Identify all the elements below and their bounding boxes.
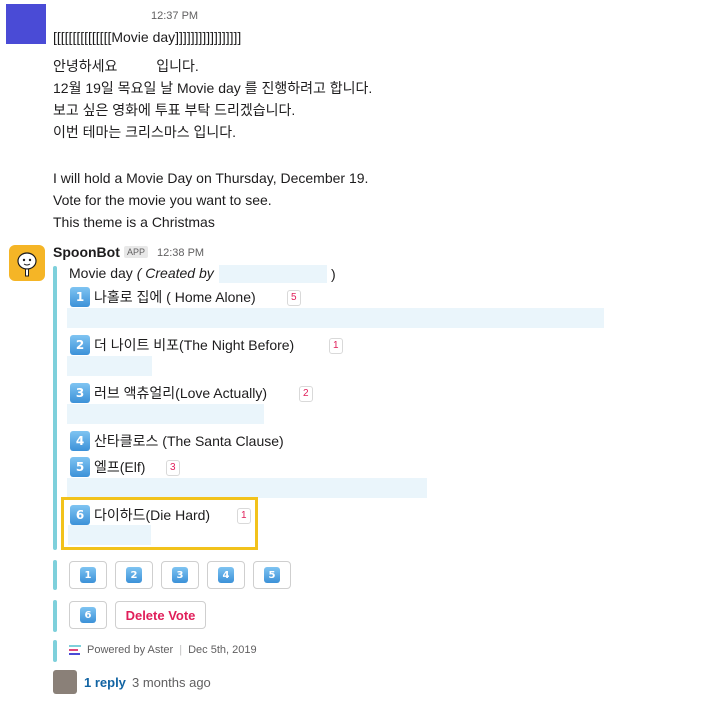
divider: | — [179, 644, 183, 656]
message-line: 12월 19일 목요일 날 Movie day 를 진행하려고 합니다. — [53, 80, 373, 96]
vote-count: 1 — [237, 508, 251, 524]
keycap-2-icon: 2 — [126, 567, 142, 583]
vote-button-3[interactable]: 3 — [161, 561, 199, 589]
message-line: I will hold a Movie Day on Thursday, Dec… — [53, 170, 369, 186]
poll-option: 6 다이하드(Die Hard) — [70, 505, 210, 525]
redacted-voters — [67, 404, 264, 424]
powered-by-text: Powered by Aster — [87, 644, 174, 656]
app-badge: APP — [124, 246, 149, 258]
attachment-footer: Powered by Aster | Dec 5th, 2019 — [69, 644, 257, 656]
redacted-user — [219, 265, 327, 283]
vote-button-2[interactable]: 2 — [115, 561, 153, 589]
keycap-3-icon: 3 — [70, 383, 90, 403]
vote-button-5[interactable]: 5 — [253, 561, 291, 589]
message-line: 보고 싶은 영화에 투표 부탁 드리겠습니다. — [53, 102, 296, 118]
option-label: 산타클로스 (The Santa Clause) — [94, 433, 284, 449]
poll-option: 4 산타클로스 (The Santa Clause) — [70, 431, 284, 451]
redacted-voters — [67, 308, 604, 328]
keycap-2-icon: 2 — [70, 335, 90, 355]
bot-avatar[interactable] — [9, 245, 45, 281]
poll-name: Movie day — [69, 265, 133, 281]
message-line: 이번 테마는 크리스마스 입니다. — [53, 124, 236, 140]
close-paren: ) — [331, 266, 336, 282]
vote-count: 1 — [329, 338, 343, 354]
reply-link[interactable]: 1 reply — [84, 675, 126, 690]
redacted-voters — [67, 478, 427, 498]
keycap-4-icon: 4 — [218, 567, 234, 583]
keycap-5-icon: 5 — [70, 457, 90, 477]
poll-option: 5 엘프(Elf) — [70, 457, 145, 477]
delete-vote-button[interactable]: Delete Vote — [115, 601, 206, 629]
message-timestamp[interactable]: 12:37 PM — [151, 10, 198, 22]
vote-button-1[interactable]: 1 — [69, 561, 107, 589]
message-line: Vote for the movie you want to see. — [53, 192, 272, 208]
redacted-voters — [68, 525, 151, 545]
message-timestamp[interactable]: 12:38 PM — [157, 247, 204, 259]
vote-count: 5 — [287, 290, 301, 306]
keycap-1-icon: 1 — [70, 287, 90, 307]
spoon-face-icon — [17, 252, 37, 277]
keycap-3-icon: 3 — [172, 567, 188, 583]
keycap-6-icon: 6 — [80, 607, 96, 623]
reply-time: 3 months ago — [132, 675, 211, 690]
vote-button-6[interactable]: 6 — [69, 601, 107, 629]
keycap-5-icon: 5 — [264, 567, 280, 583]
thread-avatar[interactable] — [53, 670, 77, 694]
footer-date: Dec 5th, 2019 — [188, 644, 257, 656]
keycap-6-icon: 6 — [70, 505, 90, 525]
created-by-label: ( Created by — [136, 265, 214, 281]
attachment-bar — [53, 640, 57, 662]
vote-count: 2 — [299, 386, 313, 402]
user-avatar[interactable] — [6, 4, 46, 44]
message-line: This theme is a Christmas — [53, 214, 215, 230]
keycap-4-icon: 4 — [70, 431, 90, 451]
poll-title: Movie day ( Created by — [69, 265, 214, 281]
option-label: 더 나이트 비포(The Night Before) — [94, 337, 295, 353]
keycap-1-icon: 1 — [80, 567, 96, 583]
poll-option: 2 더 나이트 비포(The Night Before) — [70, 335, 294, 355]
attachment-bar — [53, 560, 57, 590]
option-label: 러브 액츄얼리(Love Actually) — [94, 385, 267, 401]
poll-option: 3 러브 액츄얼리(Love Actually) — [70, 383, 267, 403]
attachment-bar — [53, 266, 57, 550]
vote-count: 3 — [166, 460, 180, 476]
option-label: 나홀로 집에 ( Home Alone) — [94, 289, 256, 305]
message-line: 안녕하세요 입니다. — [53, 58, 199, 74]
redacted-voters — [67, 356, 152, 376]
aster-logo-icon — [69, 645, 81, 655]
attachment-bar — [53, 600, 57, 632]
option-label: 다이하드(Die Hard) — [94, 507, 211, 523]
option-label: 엘프(Elf) — [94, 459, 146, 475]
message-line: [[[[[[[[[[[[[[[Movie day]]]]]]]]]]]]]]]]… — [53, 29, 242, 45]
vote-button-4[interactable]: 4 — [207, 561, 245, 589]
bot-name[interactable]: SpoonBot — [53, 244, 120, 260]
poll-option: 1 나홀로 집에 ( Home Alone) — [70, 287, 256, 307]
